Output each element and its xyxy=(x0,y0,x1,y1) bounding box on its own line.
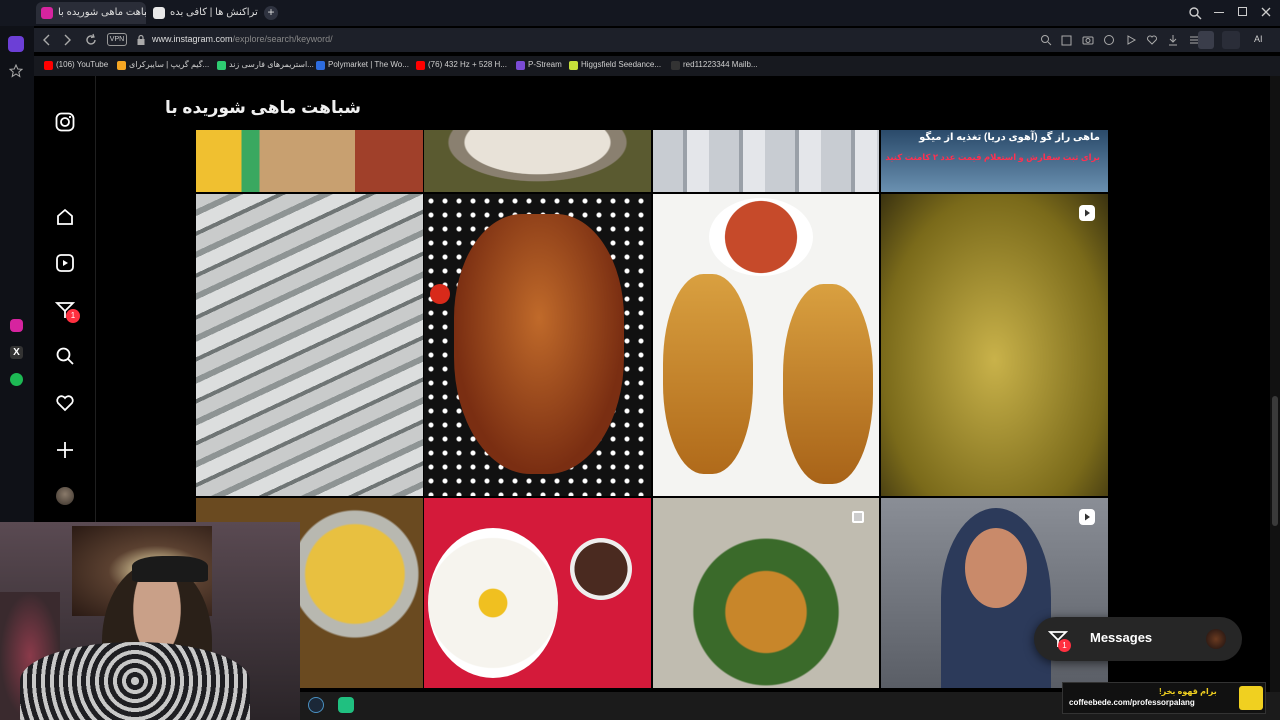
url-path: /explore/search/keyword/ xyxy=(232,34,333,44)
bookmark-youtube[interactable]: (106) YouTube xyxy=(44,60,109,70)
gamegrip-icon xyxy=(117,61,126,70)
obs-icon[interactable] xyxy=(338,697,354,713)
reels-icon[interactable] xyxy=(54,252,76,274)
extension-cube-icon[interactable] xyxy=(1222,31,1240,49)
youtube-icon xyxy=(44,61,53,70)
post-rice-red[interactable] xyxy=(424,498,651,688)
streamers-icon xyxy=(217,61,226,70)
mail-icon xyxy=(671,61,680,70)
reload-icon[interactable] xyxy=(84,33,98,47)
messenger-icon[interactable]: 1 xyxy=(54,299,80,323)
notification-badge: 1 xyxy=(66,309,80,323)
back-icon[interactable] xyxy=(42,34,52,46)
reel-icon xyxy=(1079,509,1095,525)
avatar[interactable] xyxy=(54,485,76,507)
coffeebede-favicon-icon xyxy=(153,7,165,19)
higgsfield-icon xyxy=(569,61,578,70)
search-tabs-icon[interactable] xyxy=(1188,6,1202,20)
bookmark-label: (106) YouTube xyxy=(56,60,109,69)
bookmark-label: P-Stream xyxy=(528,60,562,69)
bookmark-label: استریمرهای فارسی زند... xyxy=(229,60,314,69)
post-fish-curry-reel[interactable] xyxy=(881,194,1108,496)
reel-icon xyxy=(1079,205,1095,221)
coffee-title: برام قهوه بخر! xyxy=(1159,687,1217,696)
bookmark-label: Polymarket | The Wo... xyxy=(328,60,409,69)
pstream-icon xyxy=(516,61,525,70)
home-icon[interactable] xyxy=(54,206,76,228)
post-overlay-text: ماهی راز گو (آهوی دریا) تغذیه از میگو xyxy=(919,132,1100,143)
messages-label: Messages xyxy=(1090,630,1153,645)
post-overlay-subtext: برای ثبت سفارش و استعلام قیمت عدد ۲ کامن… xyxy=(885,152,1100,162)
post-fish-platter[interactable] xyxy=(653,194,879,496)
search-icon[interactable] xyxy=(54,345,76,367)
tab-coffeebede[interactable]: تراکنش ها | کافی بده xyxy=(148,2,258,24)
post-fish-market[interactable] xyxy=(653,130,879,192)
carousel-icon xyxy=(852,511,864,523)
bookmark-gamegrip[interactable]: گیم گریپ | سایبرکرای... xyxy=(117,60,210,70)
workspace-icon[interactable] xyxy=(8,36,24,52)
tab-label: تراکنش ها | کافی بده xyxy=(170,7,258,18)
profile-icon[interactable] xyxy=(1198,31,1214,49)
coffee-donation-banner: برام قهوه بخر! coffeebede.com/professorp… xyxy=(1062,682,1266,714)
bookmark-mailbox[interactable]: red11223344 Mailb... xyxy=(671,60,758,70)
coffee-url: coffeebede.com/professorpalang xyxy=(1069,698,1195,707)
messages-badge: 1 xyxy=(1058,639,1071,652)
spotify-sidebar-icon[interactable] xyxy=(10,373,23,386)
page-scrollbar[interactable] xyxy=(1270,76,1280,692)
play-icon[interactable] xyxy=(1125,34,1137,46)
tab-active[interactable]: شباهت ماهی شوریده با xyxy=(36,2,146,24)
edit-icon[interactable] xyxy=(1061,34,1073,46)
messages-button[interactable]: 1 Messages xyxy=(1034,617,1242,661)
steam-icon[interactable] xyxy=(308,697,324,713)
youtube-icon xyxy=(416,61,425,70)
instagram-sidebar-icon[interactable] xyxy=(10,319,23,332)
bookmark-pstream[interactable]: P-Stream xyxy=(516,60,562,70)
bookmark-streamers[interactable]: استریمرهای فارسی زند... xyxy=(217,60,314,70)
browser-tab-bar: شباهت ماهی شوریده با تراکنش ها | کافی بد… xyxy=(0,0,1280,26)
new-tab-button[interactable]: + xyxy=(264,6,278,20)
url-domain: www.instagram.com xyxy=(152,34,233,44)
bookmark-label: red11223344 Mailb... xyxy=(683,60,758,69)
post-fish-banquet[interactable] xyxy=(653,498,879,688)
heart-icon[interactable] xyxy=(1146,34,1158,46)
polymarket-icon xyxy=(316,61,325,70)
x-sidebar-icon[interactable]: X xyxy=(10,346,23,359)
instagram-logo-icon[interactable] xyxy=(54,111,76,133)
post-fish-ad[interactable]: ماهی راز گو (آهوی دریا) تغذیه از میگو بر… xyxy=(881,130,1108,192)
tab-label: شباهت ماهی شوریده با xyxy=(58,7,146,18)
bookmark-polymarket[interactable]: Polymarket | The Wo... xyxy=(316,60,409,70)
post-fried-fish[interactable] xyxy=(424,194,651,496)
close-icon[interactable] xyxy=(1260,6,1272,18)
maximize-icon[interactable] xyxy=(1238,7,1247,16)
download-icon[interactable] xyxy=(1167,34,1179,46)
bookmark-higgsfield[interactable]: Higgsfield Seedance... xyxy=(569,60,662,70)
bookmark-label: (76) 432 Hz + 528 H... xyxy=(428,60,507,69)
minimize-icon[interactable] xyxy=(1214,12,1224,13)
post-fresh-fish[interactable] xyxy=(196,194,423,496)
zoom-icon[interactable] xyxy=(1040,34,1052,46)
webcam-overlay xyxy=(0,522,300,720)
vpn-badge[interactable]: VPN xyxy=(107,33,127,46)
create-icon[interactable] xyxy=(54,439,76,461)
bookmark-label: Higgsfield Seedance... xyxy=(581,60,662,69)
address-bar-row: VPN www.instagram.com/explore/search/key… xyxy=(34,28,1280,52)
forward-icon[interactable] xyxy=(62,34,72,46)
ai-button[interactable]: AI xyxy=(1254,34,1263,44)
coffee-cup-icon xyxy=(1239,686,1263,710)
post-fish-stew[interactable] xyxy=(424,130,651,192)
bookmark-label: گیم گریپ | سایبرکرای... xyxy=(129,60,210,69)
shield-icon[interactable] xyxy=(1103,34,1115,46)
instagram-favicon-icon xyxy=(41,7,53,19)
bookmark-432hz[interactable]: (76) 432 Hz + 528 H... xyxy=(416,60,507,70)
avatar xyxy=(1206,629,1226,649)
notifications-heart-icon[interactable] xyxy=(54,392,76,414)
search-title: شباهت ماهی شوریده با xyxy=(164,98,361,117)
post-rice-dish[interactable] xyxy=(196,130,423,192)
camera-icon[interactable] xyxy=(1082,34,1094,46)
bookmarks-bar: (106) YouTube گیم گریپ | سایبرکرای... اس… xyxy=(34,56,1280,76)
star-icon[interactable] xyxy=(9,64,23,78)
extensions-toolbar xyxy=(1040,34,1200,46)
lock-icon xyxy=(137,34,145,45)
